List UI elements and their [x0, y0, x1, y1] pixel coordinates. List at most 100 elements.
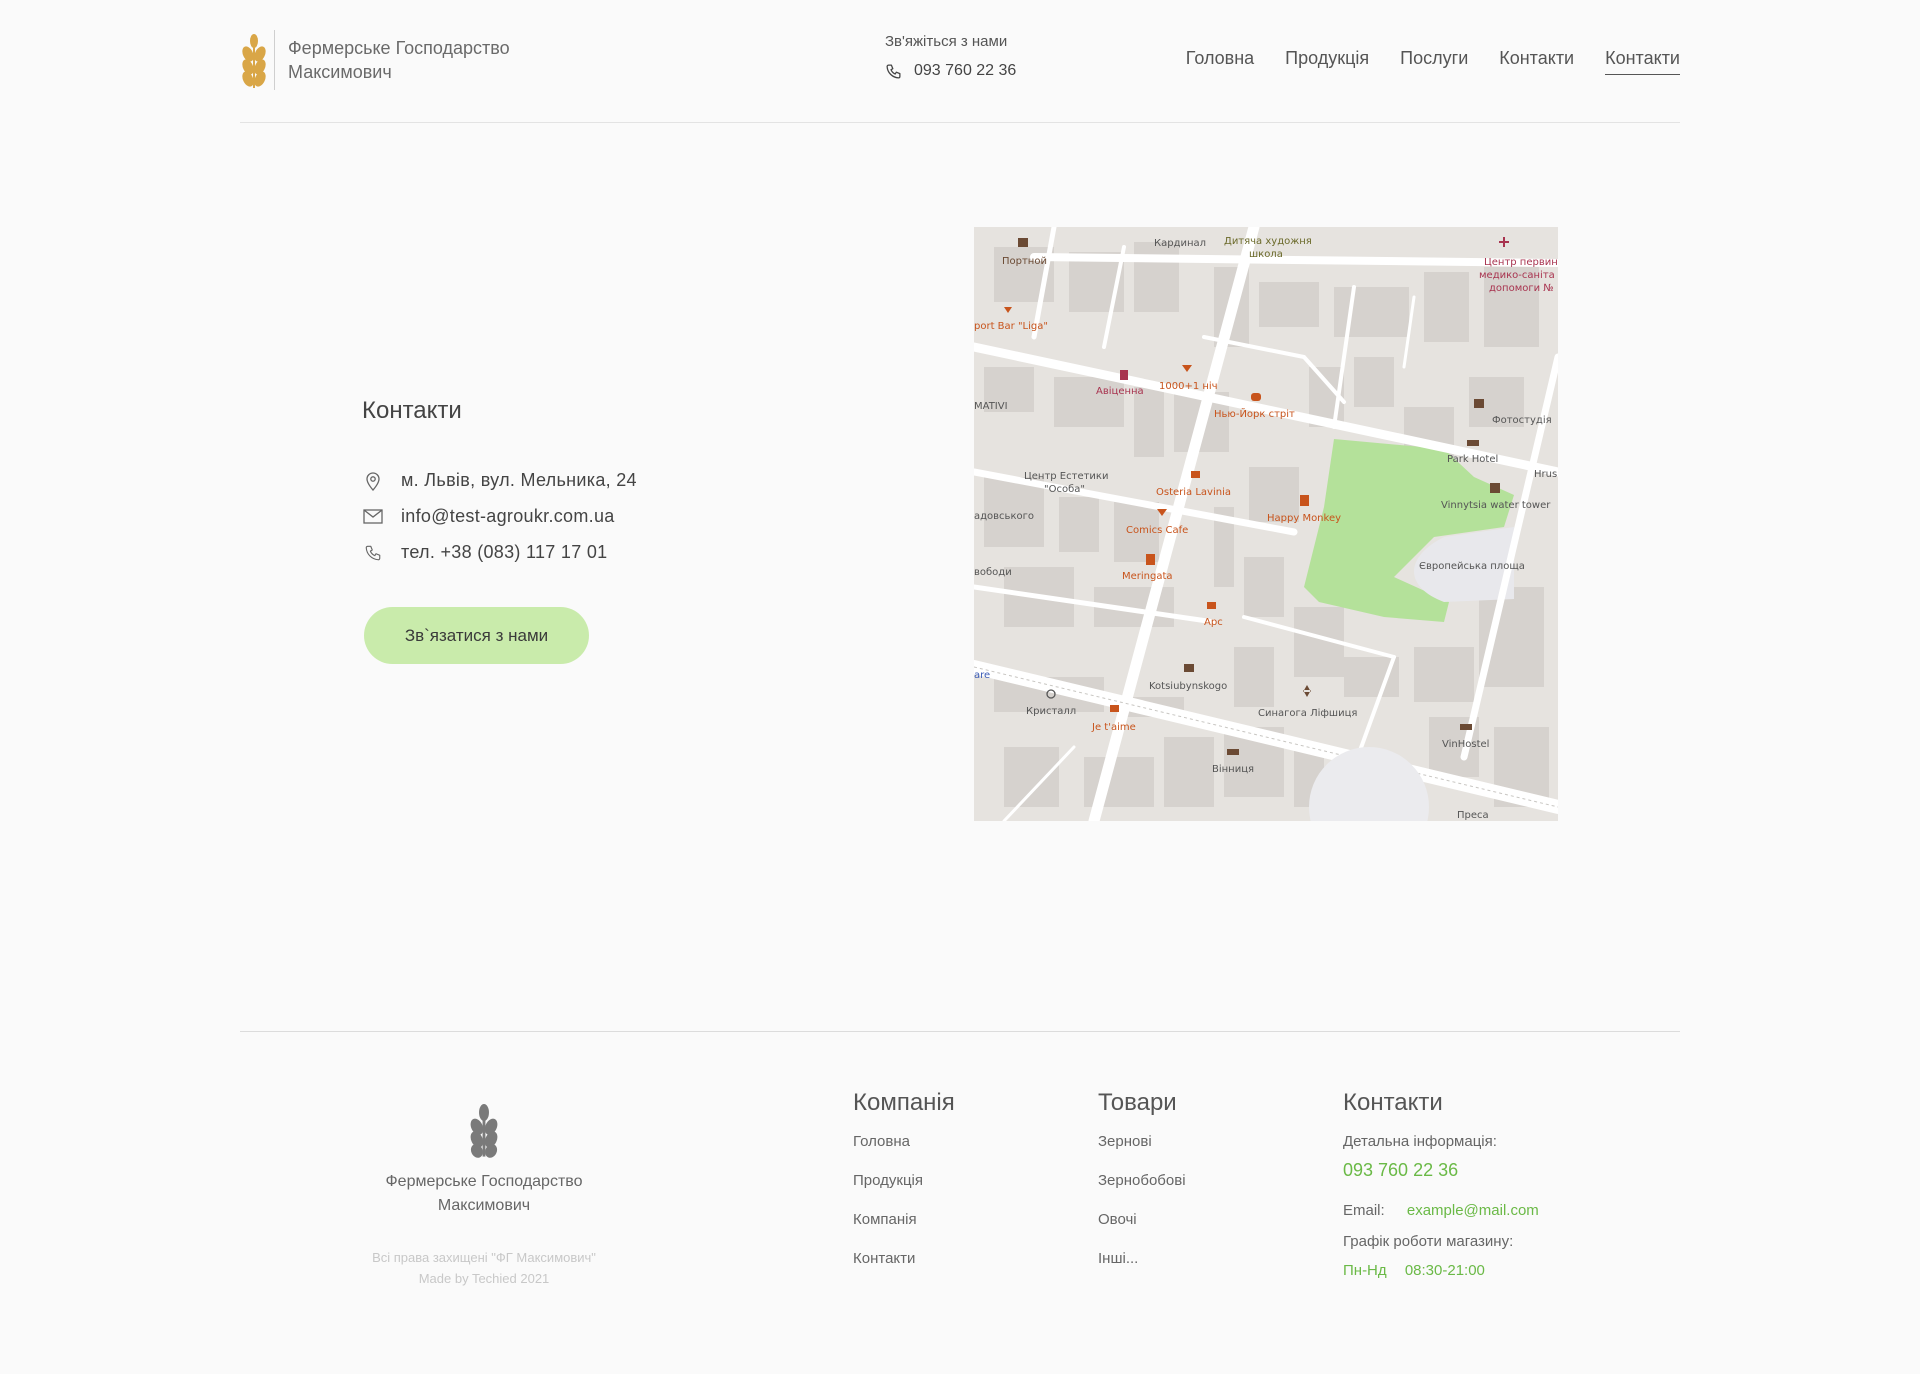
- map-label-kotsiubynskogo: Kotsiubynskogo: [1149, 681, 1227, 692]
- map-label-crystal: Кристалл: [1026, 706, 1076, 717]
- contact-email[interactable]: info@test-agroukr.com.ua: [362, 506, 615, 527]
- footer-schedule-label: Графік роботи магазину:: [1343, 1233, 1514, 1250]
- address-text: м. Львів, вул. Мельника, 24: [401, 470, 637, 490]
- phone-text: тел. +38 (083) 117 17 01: [401, 542, 608, 562]
- footer-brand-line-2: Максимович: [437, 1197, 531, 1214]
- footer-contacts-title: Контакти: [1343, 1089, 1443, 1116]
- nav-products[interactable]: Продукція: [1285, 48, 1369, 75]
- contact-phone[interactable]: тел. +38 (083) 117 17 01: [362, 542, 607, 563]
- footer-link-other[interactable]: Інші...: [1098, 1250, 1186, 1268]
- map-label-matyvi: MATIVI: [974, 401, 1008, 412]
- map-marker-photo-icon: [1474, 399, 1484, 408]
- footer-schedule-hours: 08:30-21:00: [1404, 1262, 1485, 1279]
- footer-brand: Фермерське Господарство Максимович: [360, 1170, 608, 1218]
- site-header: Фермерське Господарство Максимович Зв'яж…: [240, 0, 1680, 123]
- map-label-hrus: Hrus: [1534, 469, 1557, 480]
- brand-line-2: Максимович: [288, 62, 392, 82]
- phone-icon: [362, 544, 384, 562]
- header-phone-link[interactable]: 093 760 22 36: [885, 62, 1016, 80]
- footer-goods-column: Товари Зернові Зернобобові Овочі Інші...: [1098, 1089, 1186, 1289]
- footer-email-label: Email:: [1343, 1202, 1385, 1219]
- contact-address: м. Львів, вул. Мельника, 24: [362, 470, 637, 491]
- map-label-medical-3: допомоги №: [1489, 283, 1554, 294]
- footer-contacts-column: Контакти Детальна інформація: 093 760 22…: [1343, 1089, 1539, 1279]
- footer-link-contacts[interactable]: Контакти: [853, 1250, 955, 1268]
- nav-contacts[interactable]: Контакти: [1499, 48, 1574, 75]
- contacts-heading: Контакти: [362, 397, 462, 424]
- footer-copyright: Всі права захищені "ФГ Максимович" Made …: [340, 1247, 628, 1289]
- nav-contacts-active[interactable]: Контакти: [1605, 48, 1680, 75]
- map-label-newyork: Нью-Йорк стріт: [1214, 407, 1295, 420]
- map-label-sport-bar: port Bar "Liga": [974, 321, 1048, 332]
- footer-divider: [240, 1031, 1680, 1032]
- contact-us-button[interactable]: Зв`язатися з нами: [364, 607, 589, 664]
- map-label-art-school-1: Дитяча художня: [1224, 236, 1312, 247]
- footer-schedule-row: Пн-Нд 08:30-21:00: [1343, 1262, 1539, 1279]
- map-label-park-hotel: Park Hotel: [1447, 454, 1498, 465]
- nav-services[interactable]: Послуги: [1400, 48, 1468, 75]
- map-marker-jetaime-icon: [1110, 705, 1119, 712]
- map-label-1001: 1000+1 ніч: [1159, 380, 1218, 392]
- map-marker-shop-icon: [1018, 238, 1028, 247]
- footer-schedule-days: Пн-Нд: [1343, 1262, 1387, 1279]
- map-marker-meringata-icon: [1146, 554, 1155, 565]
- map-label-kardynal: Кардинал: [1154, 238, 1206, 249]
- map-label-happy-monkey: Happy Monkey: [1267, 513, 1341, 524]
- map-label-are: are: [974, 670, 990, 681]
- brand-line-1: Фермерське Господарство: [288, 38, 510, 58]
- footer-link-vegetables[interactable]: Овочі: [1098, 1211, 1186, 1229]
- footer-company-title: Компанія: [853, 1089, 955, 1116]
- map-marker-fastfood-icon: [1251, 393, 1261, 401]
- header-phone-number: 093 760 22 36: [914, 62, 1017, 79]
- map-label-photostudio: Фотостудія: [1492, 414, 1552, 426]
- footer-link-grains[interactable]: Зернові: [1098, 1133, 1186, 1151]
- map-label-aesthetics-1: Центр Естетики: [1024, 471, 1108, 482]
- footer-phone-link[interactable]: 093 760 22 36: [1343, 1160, 1539, 1181]
- footer-details-label: Детальна інформація:: [1343, 1133, 1497, 1150]
- map-marker-hotel-icon: [1467, 440, 1479, 446]
- wheat-icon: [242, 34, 266, 88]
- logo-divider: [274, 30, 275, 90]
- map-marker-vinnytsia-hotel-icon: [1227, 749, 1239, 755]
- map-label-portnoi: Портной: [1002, 256, 1047, 267]
- footer-email-row: Email: example@mail.com: [1343, 1202, 1539, 1219]
- footer-link-products[interactable]: Продукція: [853, 1172, 955, 1190]
- map-marker-vinhostel-icon: [1460, 724, 1472, 730]
- map-label-medical-2: медико-саніта: [1479, 269, 1555, 281]
- footer-brand-line-1: Фермерське Господарство: [385, 1173, 583, 1190]
- logo-text: Фермерське Господарство Максимович: [288, 36, 510, 84]
- copyright-text: Всі права захищені "ФГ Максимович": [372, 1250, 596, 1265]
- footer-link-company[interactable]: Компанія: [853, 1211, 955, 1229]
- map-canvas: Портной Кардинал Дитяча художня школа Це…: [974, 227, 1558, 821]
- map-label-osteria: Osteria Lavinia: [1156, 487, 1231, 498]
- map-label-sadovskoho: адовського: [974, 511, 1034, 522]
- map-marker-camera-icon: [1184, 664, 1194, 672]
- map-label-water-tower: Vinnytsia water tower: [1441, 500, 1551, 511]
- map-label-comics: Comics Cafe: [1126, 525, 1188, 536]
- map-marker-cafe-icon: [1191, 471, 1200, 478]
- footer-link-legumes[interactable]: Зернобобові: [1098, 1172, 1186, 1190]
- email-text: info@test-agroukr.com.ua: [401, 506, 615, 526]
- location-map[interactable]: Портной Кардинал Дитяча художня школа Це…: [974, 227, 1558, 821]
- location-pin-icon: [362, 471, 384, 491]
- mail-icon: [362, 509, 384, 524]
- map-marker-pharmacy-icon: [1120, 370, 1128, 380]
- footer-company-column: Компанія Головна Продукція Компанія Конт…: [853, 1089, 955, 1289]
- map-label-vinhostel: VinHostel: [1442, 739, 1489, 750]
- header-contact-title: Зв'яжіться з нами: [885, 33, 1008, 50]
- map-label-euro-square: Європейська площа: [1419, 561, 1525, 572]
- map-label-art-school-2: школа: [1249, 249, 1283, 260]
- logo[interactable]: Фермерське Господарство Максимович: [240, 30, 510, 90]
- footer-email-link[interactable]: example@mail.com: [1407, 1202, 1539, 1219]
- footer-goods-title: Товари: [1098, 1089, 1177, 1116]
- map-label-meringata: Meringata: [1122, 571, 1173, 582]
- header-contact: Зв'яжіться з нами 093 760 22 36: [885, 33, 1016, 80]
- map-label-synagogue: Синагога Ліфшиця: [1258, 707, 1357, 719]
- map-label-arc: Арс: [1204, 617, 1223, 628]
- nav-home[interactable]: Головна: [1186, 48, 1254, 75]
- map-label-vinnytsia: Вінниця: [1212, 763, 1254, 775]
- map-label-avicenna: Авіценна: [1096, 385, 1144, 397]
- footer-link-home[interactable]: Головна: [853, 1133, 955, 1151]
- wheat-icon: [470, 1104, 498, 1158]
- main-nav: Головна Продукція Послуги Контакти Конта…: [1155, 48, 1680, 75]
